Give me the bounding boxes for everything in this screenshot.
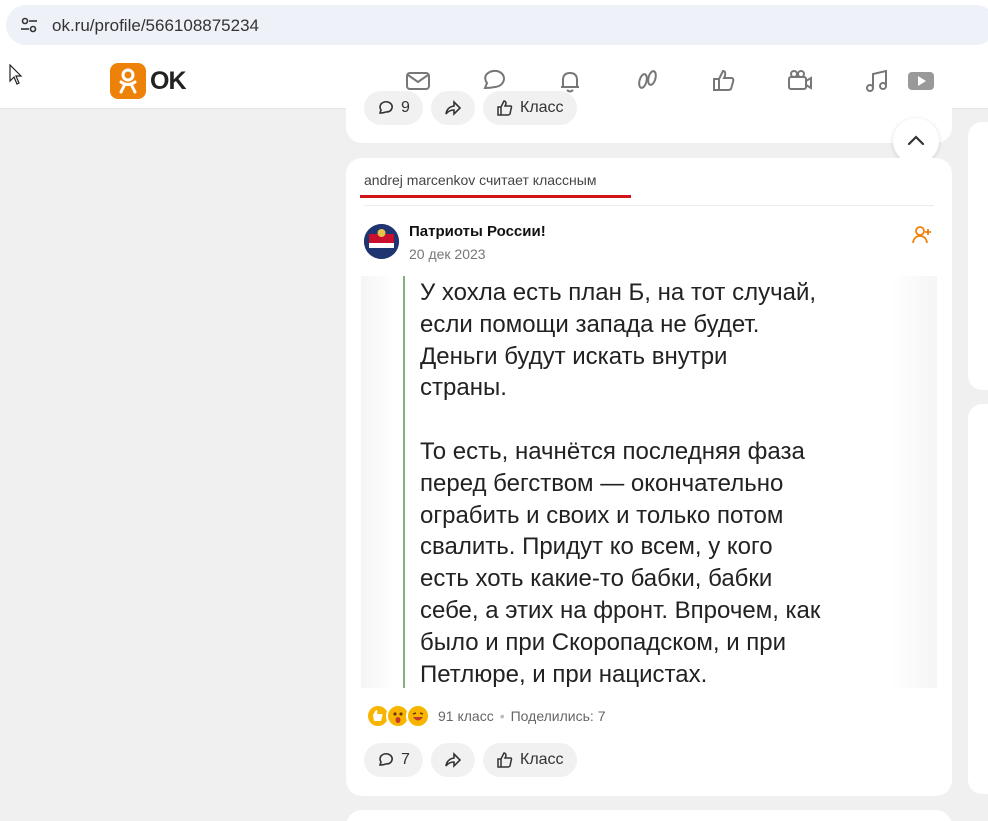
- thumb-up-icon: [497, 752, 513, 768]
- logo-text[interactable]: OK: [150, 67, 186, 96]
- comments-count: 9: [401, 99, 410, 116]
- quote-text: У хохла есть план Б, на тот случай, если…: [420, 279, 821, 688]
- share-icon: [445, 752, 462, 768]
- activity-line: andrej marcenkov считает классным: [364, 172, 596, 188]
- post-image[interactable]: У хохла есть план Б, на тот случай, если…: [361, 276, 937, 688]
- divider: [364, 205, 934, 206]
- guests-icon[interactable]: [632, 66, 662, 96]
- likes-count[interactable]: 91 класс: [438, 708, 494, 724]
- next-post-card: [346, 810, 952, 821]
- comments-count: 7: [401, 751, 410, 768]
- ok-logo-icon[interactable]: [110, 63, 146, 99]
- url-field[interactable]: ok.ru/profile/566108875234: [6, 5, 988, 45]
- comment-icon: [378, 752, 393, 766]
- share-button[interactable]: [431, 743, 475, 777]
- music-icon[interactable]: [862, 66, 892, 96]
- mouse-cursor-icon: [9, 64, 23, 85]
- red-underline: [360, 195, 494, 198]
- comments-button[interactable]: 7: [364, 743, 423, 777]
- post-stats: 91 класс • Поделились: 7: [438, 708, 605, 724]
- url-text: ok.ru/profile/566108875234: [52, 16, 259, 35]
- dot-separator: •: [499, 708, 505, 724]
- like-label: Класс: [520, 99, 564, 116]
- laugh-reaction-icon: [406, 704, 430, 728]
- video-icon[interactable]: [785, 66, 815, 96]
- browser-address-bar: ok.ru/profile/566108875234: [0, 0, 988, 52]
- activity-user-link[interactable]: andrej marcenkov: [364, 172, 475, 188]
- post-date: 20 дек 2023: [409, 246, 486, 262]
- like-button[interactable]: Класс: [483, 743, 577, 777]
- site-settings-icon[interactable]: [20, 16, 38, 34]
- activity-action: считает классным: [479, 172, 597, 188]
- group-name-link[interactable]: Патриоты России!: [409, 223, 546, 240]
- like-icon[interactable]: [709, 66, 739, 96]
- right-sidebar-card: [968, 122, 988, 390]
- share-button[interactable]: [431, 91, 475, 125]
- group-avatar[interactable]: [364, 224, 399, 259]
- share-icon: [445, 100, 462, 116]
- video-play-icon[interactable]: [906, 66, 936, 96]
- red-underline: [494, 195, 631, 198]
- thumb-up-icon: [497, 100, 513, 116]
- previous-post-card: 9 Класс: [346, 91, 952, 143]
- quote-bar: [403, 276, 405, 688]
- like-label: Класс: [520, 751, 564, 768]
- right-sidebar-card: [968, 404, 988, 794]
- feed-post-card: andrej marcenkov считает классным Патрио…: [346, 158, 952, 796]
- like-button[interactable]: Класс: [483, 91, 577, 125]
- comments-button[interactable]: 9: [364, 91, 423, 125]
- shares-count[interactable]: Поделились: 7: [511, 708, 606, 724]
- comment-icon: [378, 100, 393, 114]
- reactions-summary[interactable]: [366, 704, 430, 728]
- add-user-icon[interactable]: [911, 224, 933, 246]
